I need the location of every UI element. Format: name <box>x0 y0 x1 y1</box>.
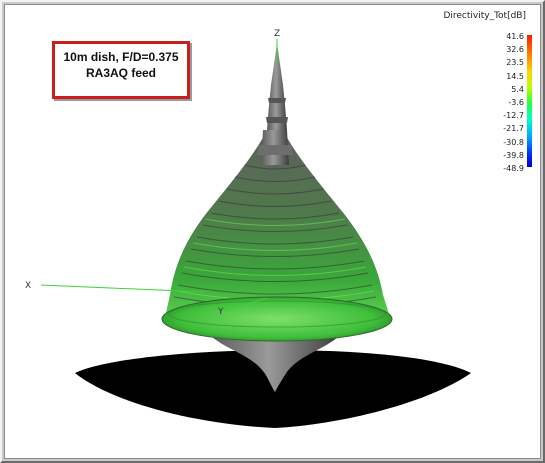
legend-value: -48.9 <box>503 163 524 173</box>
legend-value: 5.4 <box>511 84 524 94</box>
annotation-line1: 10m dish, F/D=0.375 <box>63 50 179 64</box>
legend-title: Directivity_Tot[dB] <box>443 11 526 21</box>
legend-value: 14.5 <box>506 71 524 81</box>
legend-value: -39.8 <box>503 150 524 160</box>
annotation-box: 10m dish, F/D=0.375 RA3AQ feed <box>52 41 190 99</box>
legend-values: 41.6 32.6 23.5 14.5 5.4 -3.6 -12.7 -21.7… <box>489 30 524 175</box>
legend-value: -30.8 <box>503 137 524 147</box>
annotation-line2: RA3AQ feed <box>85 66 156 80</box>
legend-value: -12.7 <box>503 111 524 121</box>
legend-value: -3.6 <box>508 97 524 107</box>
legend-color-bar <box>527 35 532 167</box>
pattern-main-disk <box>161 296 393 342</box>
x-axis-label: X <box>25 281 32 291</box>
legend-value: 41.6 <box>506 32 524 41</box>
legend-value: 23.5 <box>506 58 524 68</box>
z-axis-label: Z <box>274 29 281 39</box>
y-axis-label: Y <box>218 307 224 317</box>
legend-value: -21.7 <box>503 124 524 134</box>
3d-plot-viewport[interactable]: Z X Y 10m dish, F/D=0.375 RA3AQ feed Dir… <box>4 4 541 459</box>
legend-value: 32.6 <box>506 45 524 55</box>
